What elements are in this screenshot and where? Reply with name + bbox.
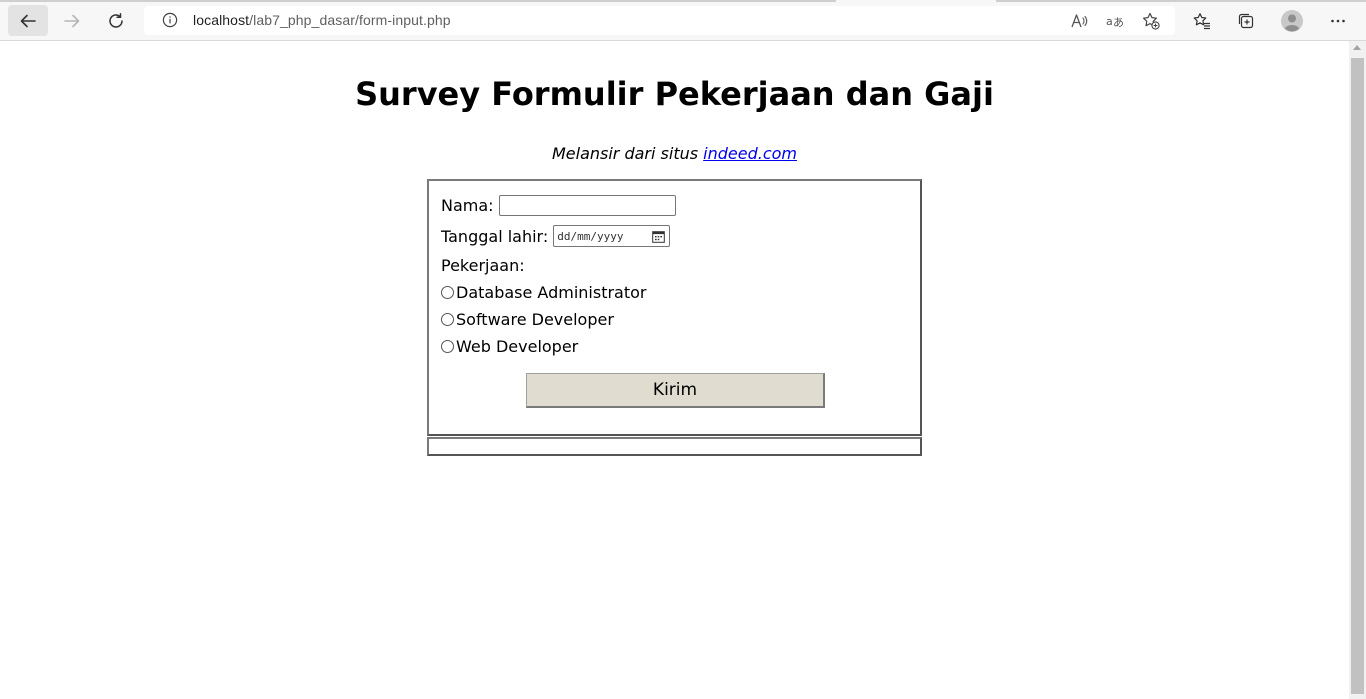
dob-input[interactable]: dd/mm/yyyy xyxy=(553,225,671,247)
refresh-button[interactable] xyxy=(96,5,136,36)
profile-icon xyxy=(1281,9,1303,32)
read-aloud-icon[interactable] xyxy=(1070,12,1088,30)
back-button[interactable] xyxy=(8,5,48,36)
more-icon xyxy=(1331,19,1345,22)
survey-form: Nama: Tanggal lahir: dd/mm/yyyy Pekerjaa… xyxy=(427,179,922,436)
source-prefix: Melansir dari situs xyxy=(551,144,699,163)
address-bar[interactable]: localhost/lab7_php_dasar/form-input.php … xyxy=(144,6,1175,35)
job-label: Pekerjaan: xyxy=(441,256,525,275)
calendar-icon[interactable] xyxy=(652,230,666,243)
favorites-button[interactable] xyxy=(1182,5,1222,36)
job-option[interactable]: Web Developer xyxy=(435,337,578,356)
url-host: localhost xyxy=(193,12,250,28)
job-option[interactable]: Software Developer xyxy=(435,310,614,329)
svg-text:a: a xyxy=(1106,15,1113,28)
job-option-label: Software Developer xyxy=(456,310,614,329)
tab-strip-edge xyxy=(0,0,1366,3)
collections-icon xyxy=(1238,13,1254,28)
name-label: Nama: xyxy=(441,196,494,215)
back-icon xyxy=(20,14,36,27)
svg-text:あ: あ xyxy=(1113,16,1124,29)
translate-icon[interactable]: a あ xyxy=(1106,12,1124,30)
dob-row: Tanggal lahir: dd/mm/yyyy xyxy=(441,225,671,247)
scroll-up-arrow-icon[interactable] xyxy=(1353,45,1361,50)
dob-placeholder: dd/mm/yyyy xyxy=(557,229,624,243)
job-option-label: Web Developer xyxy=(456,337,579,356)
collections-button[interactable] xyxy=(1226,5,1266,36)
page-title: Survey Formulir Pekerjaan dan Gaji xyxy=(355,75,994,113)
submit-button[interactable]: Kirim xyxy=(526,373,825,408)
radio-software-developer[interactable] xyxy=(441,313,454,326)
refresh-icon xyxy=(109,12,123,28)
source-line: Melansir dari situs indeed.com xyxy=(0,144,1349,163)
add-favorite-icon[interactable] xyxy=(1142,12,1160,30)
job-option-label: Database Administrator xyxy=(456,283,647,302)
more-button[interactable] xyxy=(1318,5,1358,36)
favorites-icon xyxy=(1193,12,1210,29)
name-row: Nama: xyxy=(441,195,676,216)
profile-button[interactable] xyxy=(1272,5,1312,36)
url-text[interactable]: localhost/lab7_php_dasar/form-input.php xyxy=(193,12,451,28)
job-option[interactable]: Database Administrator xyxy=(435,283,647,302)
scrollbar-thumb[interactable] xyxy=(1351,58,1364,694)
name-input[interactable] xyxy=(498,195,676,216)
radio-database-administrator[interactable] xyxy=(441,286,454,299)
radio-web-developer[interactable] xyxy=(441,340,454,353)
info-icon[interactable] xyxy=(162,12,178,28)
page-content: Survey Formulir Pekerjaan dan Gaji Melan… xyxy=(0,41,1349,699)
dob-label: Tanggal lahir: xyxy=(441,226,549,246)
source-link[interactable]: indeed.com xyxy=(703,144,797,163)
job-row: Pekerjaan: xyxy=(441,256,525,275)
vertical-scrollbar[interactable] xyxy=(1349,41,1366,699)
forward-icon xyxy=(64,14,80,27)
forward-button[interactable] xyxy=(52,5,92,36)
browser-toolbar: localhost/lab7_php_dasar/form-input.php … xyxy=(0,0,1366,41)
result-box xyxy=(427,437,922,456)
url-path: /lab7_php_dasar/form-input.php xyxy=(249,12,451,28)
